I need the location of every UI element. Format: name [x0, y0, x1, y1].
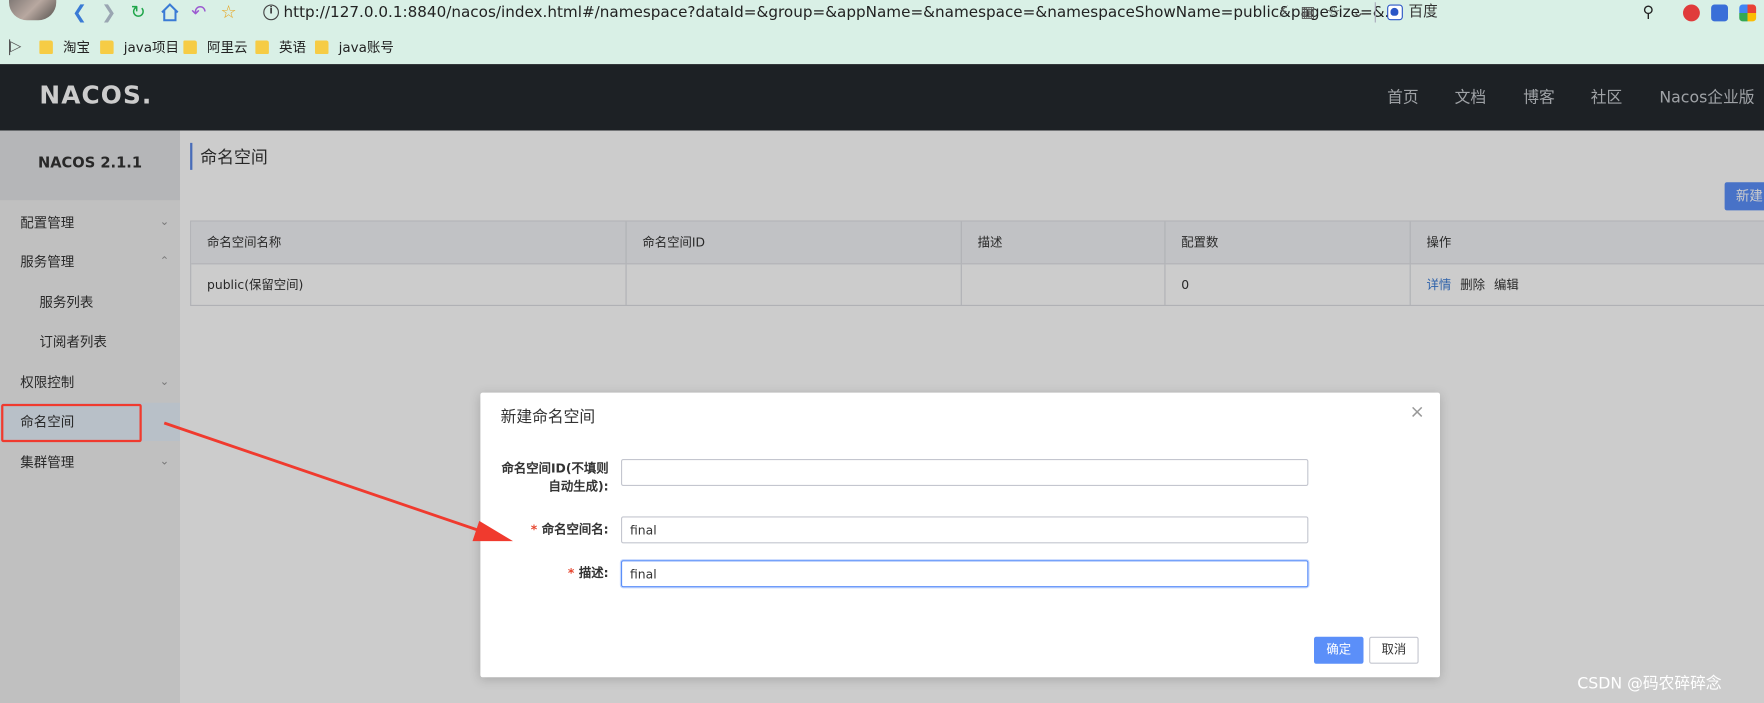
- baidu-paw-icon[interactable]: [1387, 4, 1403, 21]
- bookmark-star-icon[interactable]: ☆: [1326, 2, 1340, 22]
- watermark: CSDN @码农碎碎念: [1577, 675, 1722, 693]
- bookmarks-bar: ▷ 淘宝 java项目 阿里云 英语 java账号: [0, 34, 1764, 61]
- search-engine-label[interactable]: 百度: [1409, 2, 1438, 22]
- divider: [1374, 2, 1376, 23]
- description-input[interactable]: [621, 560, 1309, 588]
- required-mark: *: [530, 522, 538, 537]
- folder-icon: [315, 40, 329, 54]
- extension-apps-icon[interactable]: [1739, 4, 1757, 22]
- refresh-icon[interactable]: ↻: [131, 2, 146, 22]
- new-namespace-dialog: 新建命名空间 × 命名空间ID(不填则 自动生成): *命名空间名: *描述: …: [480, 392, 1440, 678]
- cancel-button[interactable]: 取消: [1369, 636, 1419, 664]
- folder-icon: [39, 40, 53, 54]
- close-icon[interactable]: ×: [1410, 401, 1425, 422]
- confirm-button[interactable]: 确定: [1314, 636, 1364, 664]
- namespace-id-input[interactable]: [621, 459, 1309, 486]
- undo-icon[interactable]: ↶: [191, 2, 206, 22]
- namespace-name-label: * 命名空间名:: [530, 522, 609, 537]
- folder-icon: [255, 40, 269, 54]
- folder-icon: [100, 40, 114, 54]
- site-info-icon[interactable]: i: [263, 4, 279, 21]
- folder-icon: [183, 40, 197, 54]
- required-mark: *: [567, 565, 575, 581]
- namespace-id-label: 命名空间ID(不填则 自动生成):: [501, 461, 609, 494]
- annotation-highlight-box: [1, 403, 142, 443]
- home-icon[interactable]: [160, 2, 180, 22]
- bookmark-item[interactable]: 阿里云: [183, 38, 248, 56]
- description-label: * 描述:: [567, 565, 609, 581]
- extension-translate-icon[interactable]: [1711, 4, 1728, 22]
- bookmark-item[interactable]: 英语: [255, 38, 306, 56]
- chevron-down-icon[interactable]: ⌄: [1352, 2, 1365, 22]
- url-field[interactable]: http://127.0.0.1:8840/nacos/index.html#/…: [284, 2, 1400, 22]
- back-icon[interactable]: ❮: [72, 2, 87, 22]
- address-bar-row: ❮ ❯ ↻ ↶ ☆ i http://127.0.0.1:8840/nacos/…: [0, 0, 1764, 27]
- sidebar-toggle-icon[interactable]: ▷: [9, 39, 21, 56]
- lightning-icon[interactable]: ⚡: [1278, 2, 1289, 22]
- profile-avatar[interactable]: [9, 0, 57, 21]
- namespace-name-input[interactable]: [621, 516, 1309, 544]
- bookmark-item[interactable]: java账号: [315, 38, 394, 56]
- forward-icon[interactable]: ❯: [101, 2, 116, 22]
- dialog-title: 新建命名空间: [500, 408, 596, 427]
- bookmark-item[interactable]: java项目: [100, 38, 179, 56]
- bookmark-item[interactable]: 淘宝: [39, 38, 90, 56]
- search-icon[interactable]: ⚲: [1643, 2, 1655, 22]
- favorite-star-icon[interactable]: ☆: [221, 2, 237, 22]
- extension-weibo-icon[interactable]: [1683, 4, 1700, 22]
- qr-icon[interactable]: ▦: [1300, 2, 1315, 22]
- browser-chrome: ❮ ❯ ↻ ↶ ☆ i http://127.0.0.1:8840/nacos/…: [0, 0, 1764, 65]
- address-tools: ⚡ ▦ ☆ ⌄: [1278, 2, 1376, 22]
